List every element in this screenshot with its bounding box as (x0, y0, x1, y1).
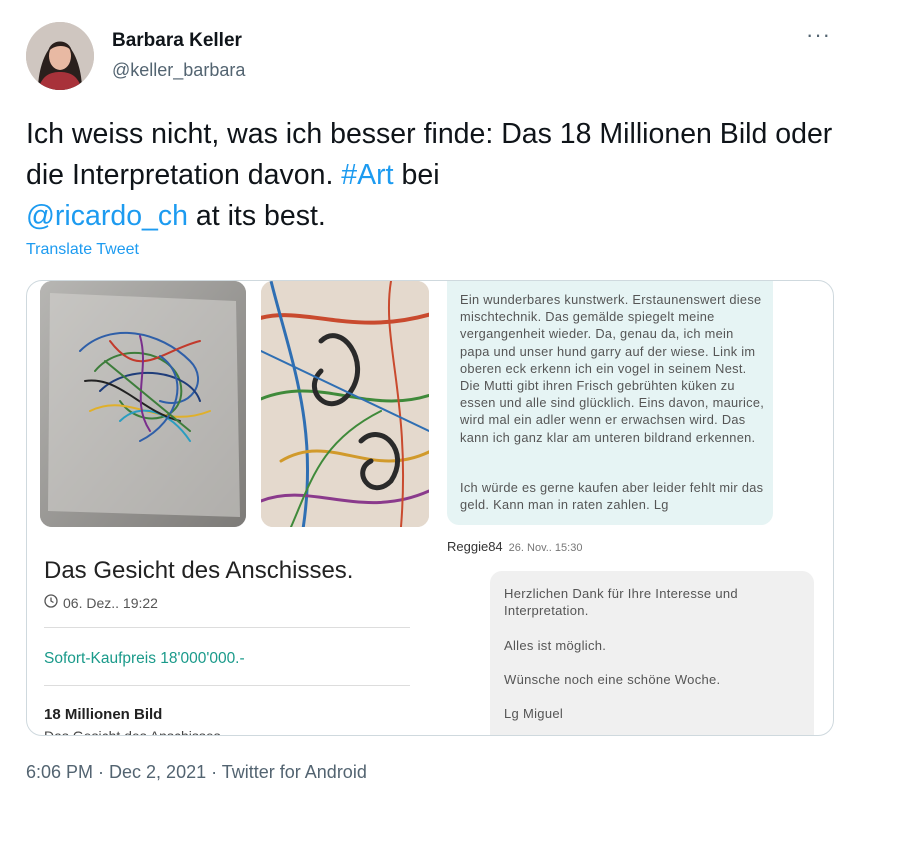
reply-text: Wünsche noch eine schöne Woche. (504, 672, 721, 687)
comment-meta: Reggie84 26. Nov.. 15:30 (447, 539, 582, 554)
divider (44, 685, 410, 686)
more-options-icon[interactable]: ··· (806, 24, 834, 52)
listing-title: Das Gesicht des Anschisses. (44, 557, 354, 584)
divider (44, 627, 410, 628)
comment-text: Ein wunderbares kunstwerk. Erstaunenswer… (460, 292, 765, 445)
tweet-text-part: bei (393, 159, 440, 191)
attached-image[interactable]: Das Gesicht des Anschisses. 06. Dez.. 19… (26, 280, 834, 736)
reply-text: Lg Miguel (504, 706, 564, 721)
listing-date: 06. Dez.. 19:22 (44, 594, 158, 611)
listing-date-text: 06. Dez.. 19:22 (63, 594, 158, 611)
artwork-photo-1 (40, 281, 246, 527)
comment-bubble: Ein wunderbares kunstwerk. Erstaunenswer… (447, 281, 773, 525)
artwork-photo-2 (261, 281, 429, 527)
reply-bubble: Herzlichen Dank für Ihre Interesse und I… (490, 571, 814, 735)
listing-price: Sofort-Kaufpreis 18'000'000.- (44, 650, 245, 667)
translate-tweet-link[interactable]: Translate Tweet (26, 241, 139, 259)
comment-time: 26. Nov.. 15:30 (508, 542, 583, 554)
reply-text: Herzlichen Dank für Ihre Interesse und I… (504, 586, 738, 618)
tweet-text-part: at its best. (188, 200, 326, 232)
listing-name: 18 Millionen Bild (44, 706, 163, 723)
comment-user: Reggie84 (447, 539, 503, 554)
listing-subline: Das Gesicht des Anschisses (44, 728, 221, 735)
avatar[interactable] (26, 22, 94, 90)
author-handle[interactable]: @keller_barbara (112, 60, 245, 81)
tweet-text: Ich weiss nicht, was ich besser finde: D… (26, 114, 866, 237)
author-name[interactable]: Barbara Keller (112, 30, 242, 52)
clock-icon (44, 594, 58, 611)
comment-text: Ich würde es gerne kaufen aber leider fe… (460, 480, 764, 513)
reply-text: Alles ist möglich. (504, 638, 607, 653)
tweet-meta[interactable]: 6:06 PM · Dec 2, 2021 · Twitter for Andr… (26, 762, 367, 783)
hashtag-link[interactable]: #Art (341, 159, 393, 191)
mention-link[interactable]: @ricardo_ch (26, 200, 188, 232)
